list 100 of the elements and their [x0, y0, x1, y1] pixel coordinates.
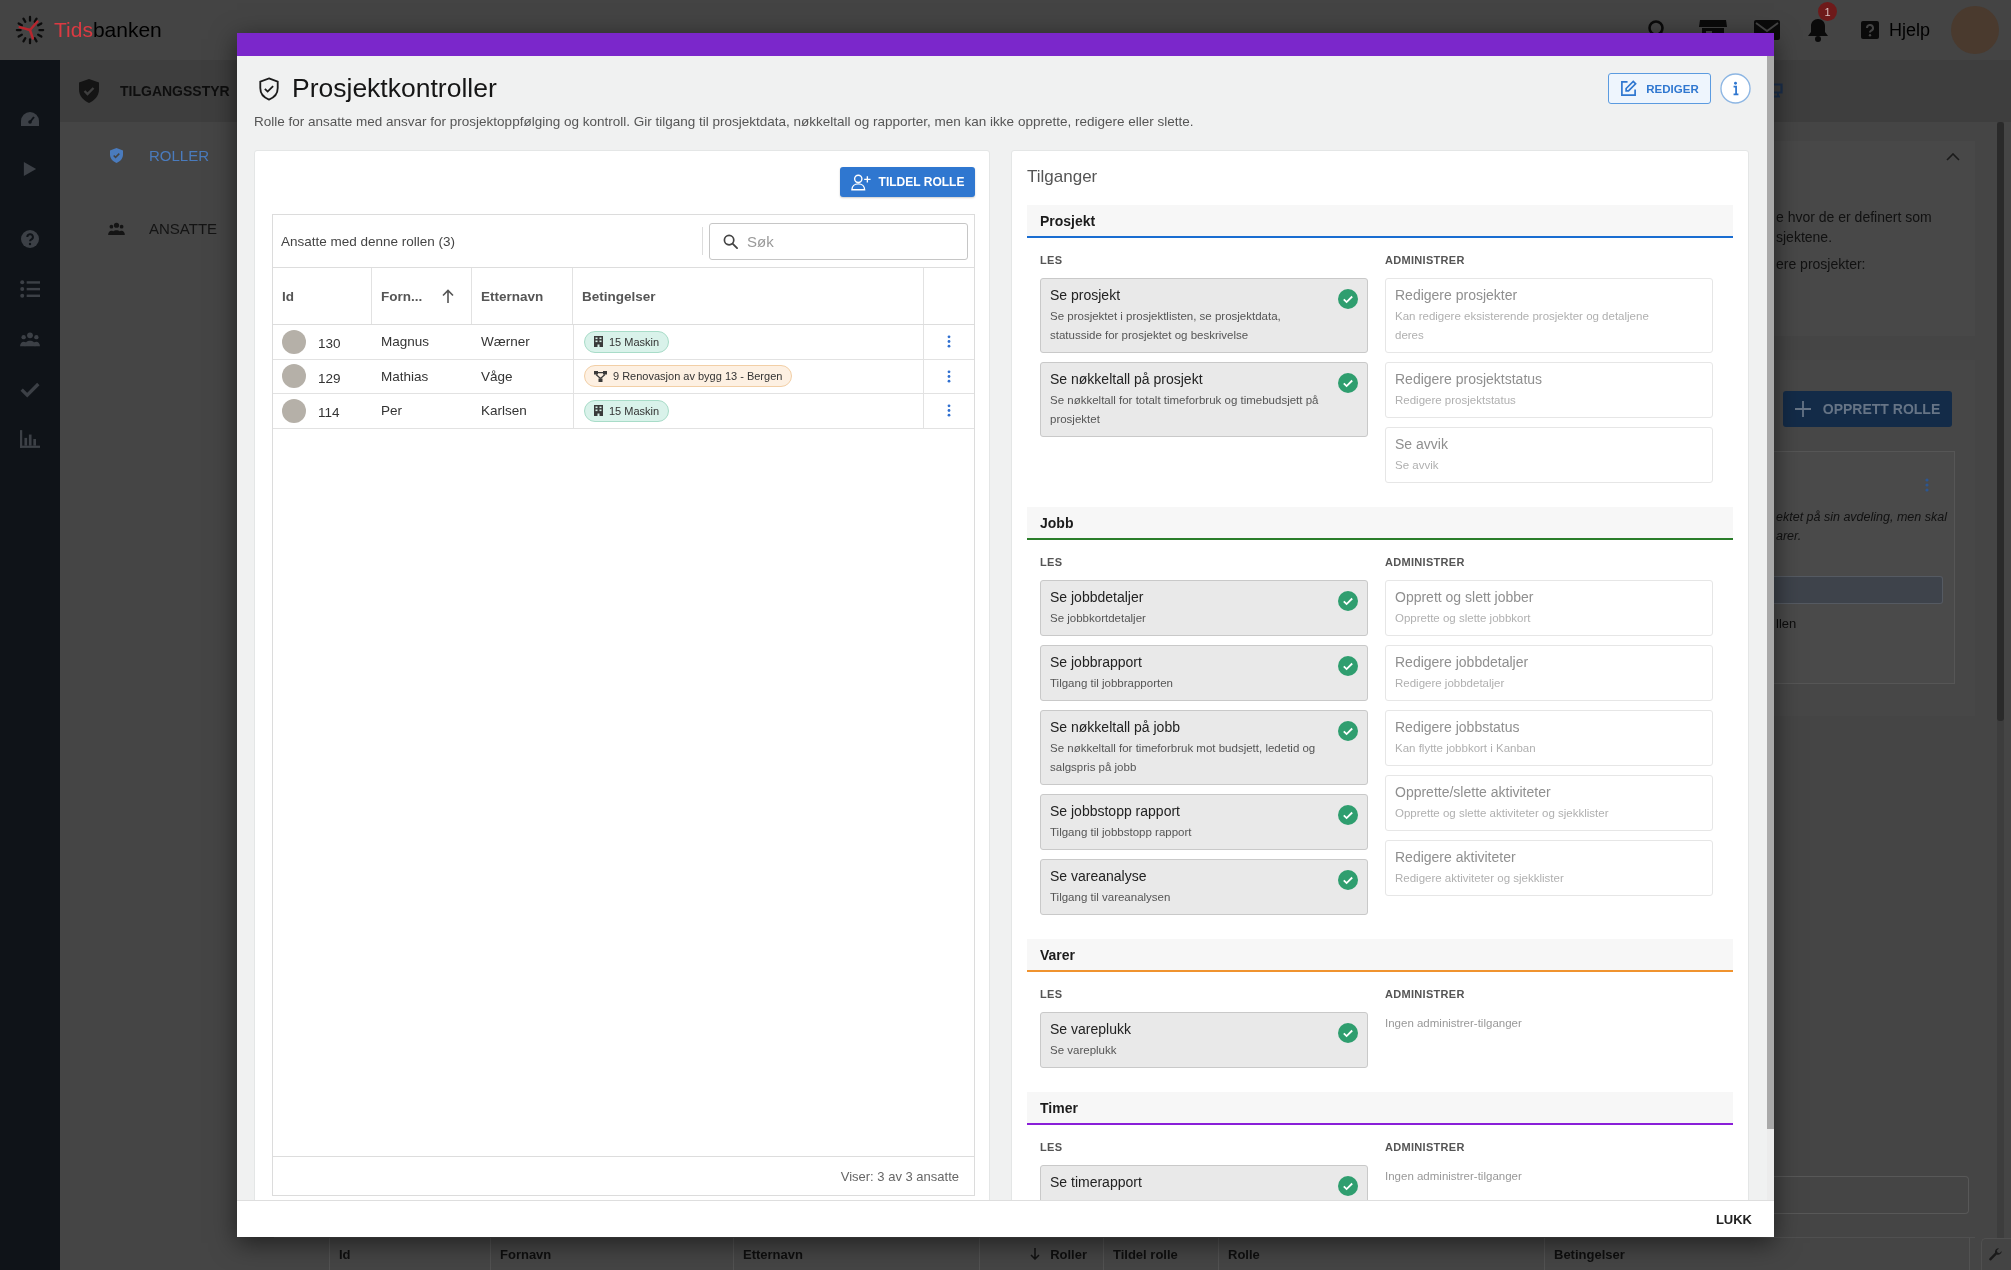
dialog-title: Prosjektkontroller: [292, 73, 497, 104]
permission-description: Redigere prosjektstatus: [1395, 393, 1517, 408]
check-icon[interactable]: [20, 380, 40, 398]
permission-title: Redigere jobbstatus: [1395, 718, 1521, 737]
kebab-menu-icon[interactable]: [947, 369, 951, 383]
section-title: Jobb: [1039, 513, 1075, 533]
bar-chart-icon[interactable]: [20, 430, 40, 448]
logo-icon: [15, 15, 45, 45]
dialog-description: Rolle for ansatte med ansvar for prosjektoppfølging og kontroll. Gir tilgang til prosjektdata, nøkkeltall og rapporter, men kan ikke opprette, redigere eller slette.: [254, 113, 1195, 131]
permission-description: Se vareplukk: [1050, 1043, 1118, 1058]
input-field[interactable]: [1774, 1176, 1969, 1214]
user-plus-icon: [850, 173, 871, 191]
check-circle-icon: [1338, 1023, 1358, 1043]
search-icon: [723, 233, 738, 249]
building-icon: [594, 405, 603, 417]
card-heading: Tilganger: [1027, 167, 1099, 187]
info-icon[interactable]: [1720, 73, 1751, 104]
close-button[interactable]: LUKK: [1713, 1207, 1754, 1231]
column-label: LES: [1040, 1140, 1064, 1154]
bell-icon[interactable]: [1806, 18, 1829, 42]
create-role-button[interactable]: OPPRETT ROLLE: [1783, 391, 1952, 427]
permission-title: Se nøkkeltall på jobb: [1050, 718, 1181, 737]
permission-title: Opprett og slett jobber: [1395, 588, 1535, 607]
chevron-up-icon[interactable]: [1946, 153, 1960, 161]
permission-title: Se jobbrapport: [1050, 653, 1143, 672]
section-title: Varer: [1039, 945, 1077, 965]
permission-title: Se jobbstopp rapport: [1050, 802, 1181, 821]
help-icon[interactable]: [20, 230, 40, 248]
table-cell: 129: [318, 370, 341, 386]
empty-note: Ingen administrer-tilganger: [1385, 1016, 1523, 1031]
section-title: Prosjekt: [1039, 211, 1097, 231]
condition-tag: 15 Maskin: [584, 399, 670, 422]
list-icon[interactable]: [20, 280, 40, 298]
permission-title: Se vareanalyse: [1050, 867, 1148, 886]
scrollbar-thumb[interactable]: [1997, 122, 2004, 721]
column-header[interactable]: Etternavn: [472, 268, 573, 324]
help-button[interactable]: Hjelp: [1860, 19, 1930, 41]
permission-description: Se nøkkeltall for timeforbruk mot budsjett, ledetid og salgspris på jobb: [1050, 741, 1317, 775]
users-icon: [108, 221, 125, 235]
hierarchy-icon: [594, 370, 607, 382]
assign-role-button[interactable]: TILDEL ROLLE: [840, 167, 975, 197]
column-label: ADMINISTRER: [1385, 555, 1466, 569]
scrollbar-thumb[interactable]: [1767, 56, 1774, 1129]
input-field[interactable]: [1774, 576, 1943, 604]
nav-tab[interactable]: ROLLER: [110, 135, 210, 175]
permission-description: Redigere aktiviteter og sjekklister: [1395, 871, 1565, 886]
permission-title: Se jobbdetaljer: [1050, 588, 1145, 607]
scrollbar-track[interactable]: [1997, 122, 2004, 1238]
permission-description: Kan flytte jobbkort i Kanban: [1395, 741, 1537, 756]
column-label: LES: [1040, 555, 1064, 569]
check-circle-icon: [1338, 721, 1358, 741]
table-cell: Magnus: [381, 334, 430, 350]
avatar: [282, 329, 306, 354]
edit-button[interactable]: REDIGER: [1608, 73, 1711, 104]
permission-description: Se prosjektet i prosjektlisten, se prosjektdata, statusside for prosjektet og beskrivelse: [1050, 309, 1282, 343]
table-cell: Mathias: [381, 368, 429, 384]
field-caption: llen: [1776, 616, 1798, 631]
check-circle-icon: [1338, 373, 1358, 393]
table-heading: Ansatte med denne rollen (3): [281, 233, 457, 249]
column-header[interactable]: Forn...: [372, 268, 472, 324]
condition-tag: 9 Renovasjon av bygg 13 - Bergen: [584, 365, 793, 388]
permission-description: Tilgang til jobbstopp rapport: [1050, 825, 1193, 840]
permission-title: Redigere jobbdetaljer: [1395, 653, 1530, 672]
building-icon: [594, 336, 603, 348]
logo-text: Tidsbanken: [54, 18, 162, 42]
wrench-button[interactable]: [1981, 1238, 2011, 1270]
notification-badge: 1: [1817, 2, 1837, 21]
avatar: [282, 364, 306, 389]
column-label: ADMINISTRER: [1385, 987, 1466, 1001]
column-header[interactable]: Id: [273, 268, 372, 324]
column-label: LES: [1040, 987, 1064, 1001]
avatar: [282, 398, 306, 423]
permission-title: Redigere prosjektstatus: [1395, 370, 1544, 389]
permission-description: Tilgang til vareanalysen: [1050, 890, 1172, 905]
permission-title: Se timerapport: [1050, 1173, 1143, 1192]
play-icon[interactable]: [23, 160, 37, 178]
check-circle-icon: [1338, 805, 1358, 825]
table-cell: Karlsen: [481, 403, 527, 419]
permission-title: Opprette/slette aktiviteter: [1395, 783, 1552, 802]
gauge-icon[interactable]: [20, 110, 40, 128]
permission-title: Redigere prosjekter: [1395, 286, 1519, 305]
column-label: LES: [1040, 253, 1064, 267]
permission-title: Se prosjekt: [1050, 286, 1122, 305]
edit-icon: [1620, 80, 1638, 97]
permission-description: Se nøkkeltall for totalt timeforbruk og timebudsjett på prosjektet: [1050, 393, 1320, 427]
column-header[interactable]: Betingelser: [573, 268, 924, 324]
permission-description: Kan redigere eksisterende prosjekter og detaljene deres: [1395, 309, 1650, 343]
permission-description: Se jobbkortdetaljer: [1050, 611, 1147, 626]
shield-check-icon: [258, 76, 280, 101]
permission-title: Se vareplukk: [1050, 1020, 1132, 1039]
users-icon[interactable]: [20, 330, 40, 348]
table-cell: Wærner: [481, 334, 530, 350]
kebab-menu-icon[interactable]: [947, 404, 951, 418]
kebab-menu-icon[interactable]: [947, 335, 951, 349]
table-cell: 114: [318, 405, 340, 421]
section-title: Timer: [1039, 1098, 1079, 1118]
monitor-icon[interactable]: [1774, 82, 1784, 98]
shield-check-icon: [110, 147, 123, 163]
search-field[interactable]: Søk: [709, 222, 968, 260]
check-circle-icon: [1338, 1176, 1358, 1196]
